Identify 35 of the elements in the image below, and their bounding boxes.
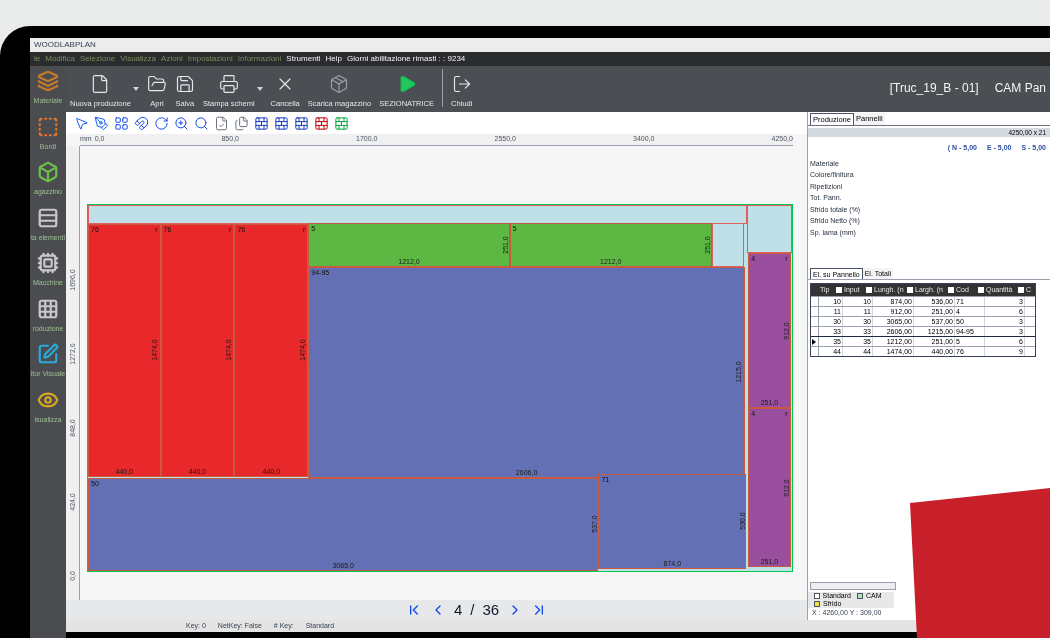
caret-icon[interactable] [132, 86, 139, 91]
page-separator: / [470, 599, 475, 620]
pen-icon[interactable] [37, 343, 59, 365]
folder-icon [146, 73, 167, 94]
window-title: WOODLABPLAN [30, 38, 1050, 52]
document-title: [Truc_19_B - 01] [889, 79, 979, 97]
pen-icon[interactable] [94, 115, 109, 131]
zoom-in-icon[interactable] [174, 115, 189, 131]
rotate-icon[interactable] [154, 115, 169, 131]
page-number: 4 [453, 599, 463, 620]
magnet-icon[interactable] [134, 115, 149, 131]
pointer-icon[interactable] [74, 115, 89, 131]
wall-icon[interactable] [294, 115, 309, 131]
wall-icon[interactable] [314, 115, 329, 131]
box-icon[interactable] [37, 161, 59, 183]
menu-item[interactable]: Giorni abilitazione rimasti : : 9234 [347, 53, 466, 65]
wall-icon[interactable] [274, 115, 289, 131]
printer-icon [218, 73, 239, 94]
save-icon [174, 73, 195, 94]
grid-icon[interactable] [37, 297, 59, 320]
horizontal-scrollbar[interactable] [810, 581, 896, 590]
grid-icon[interactable] [114, 115, 129, 131]
caret-icon[interactable] [256, 86, 263, 91]
search-icon[interactable] [194, 115, 209, 131]
wall-icon[interactable] [254, 115, 269, 131]
page-total: 36 [482, 599, 500, 620]
dashed-square-icon[interactable] [37, 115, 59, 138]
file-icon[interactable] [214, 115, 229, 131]
exit-icon [451, 73, 472, 94]
rows-icon[interactable] [37, 206, 59, 229]
files-icon[interactable] [234, 115, 249, 131]
menu-item[interactable]: Strumenti [286, 53, 321, 65]
menu-item[interactable]: Help [325, 53, 343, 65]
app-title: CAM Pan [994, 79, 1046, 97]
box-icon [329, 73, 350, 94]
